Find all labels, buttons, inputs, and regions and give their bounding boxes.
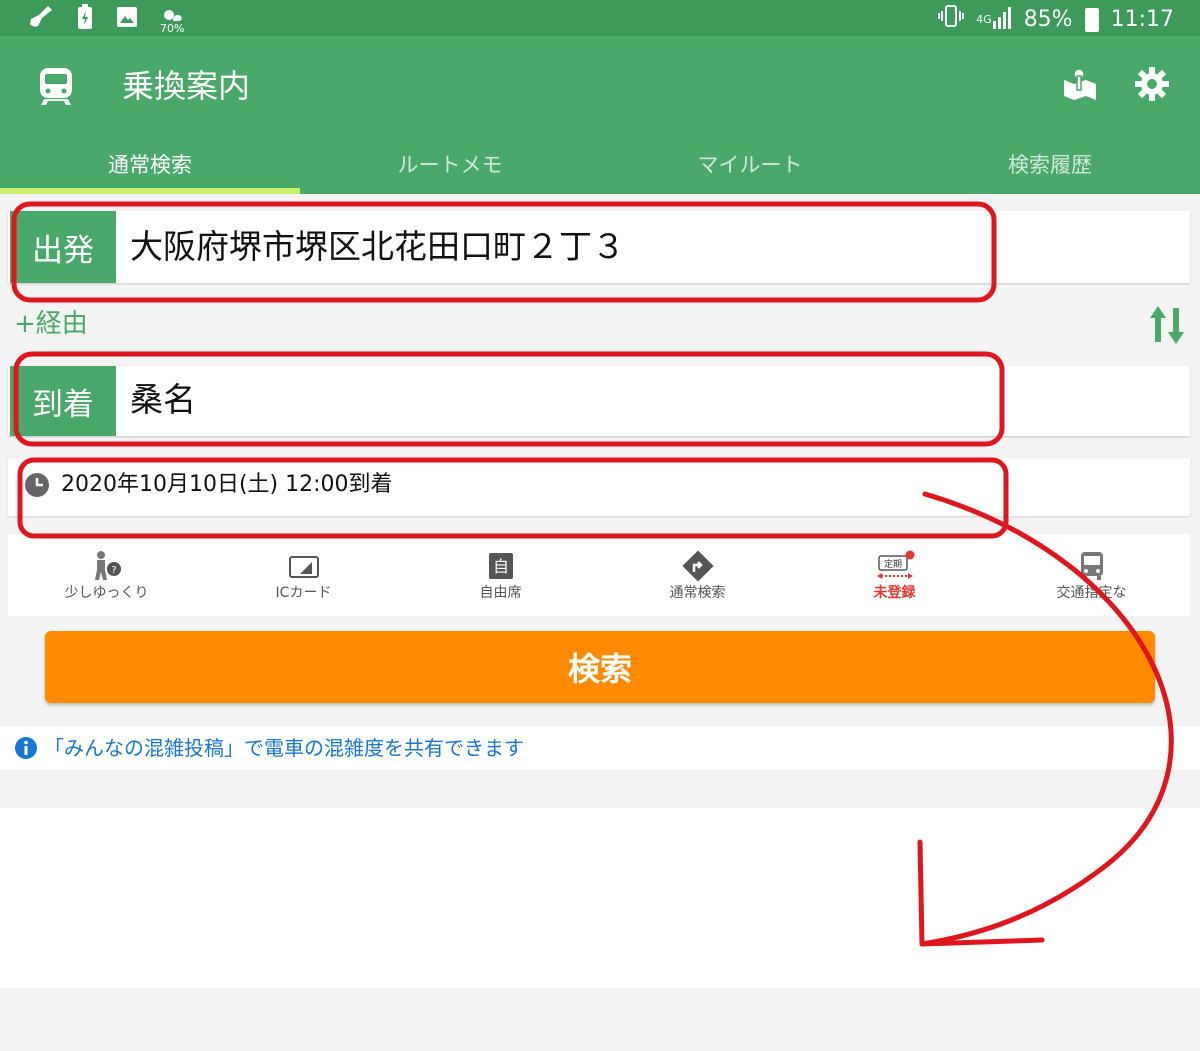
vibrate-icon [938, 4, 965, 36]
commuter-pass-icon: 定期 [876, 550, 914, 579]
departure-value[interactable]: 大阪府堺市堺区北花田口町２丁３ [130, 227, 625, 267]
weather-percent: 70% [160, 22, 185, 35]
option-label: 通常検索 [669, 585, 726, 601]
option-label: 未登録 [873, 585, 916, 601]
option-seat[interactable]: 自 自由席 [402, 534, 599, 616]
tab-normal-search[interactable]: 通常検索 [0, 142, 300, 194]
option-commuter-pass[interactable]: 定期 未登録 [796, 534, 993, 616]
app-title: 乗換案内 [122, 67, 251, 105]
ic-card-icon [288, 556, 319, 578]
tab-search-history[interactable]: 検索履歴 [900, 142, 1200, 194]
datetime-field[interactable]: 2020年10月10日(土) 12:00到着 [8, 458, 1190, 516]
clock-time: 11:17 [1110, 7, 1174, 32]
tab-route-memo[interactable]: ルートメモ [300, 142, 600, 194]
search-button[interactable]: 検索 [45, 631, 1155, 703]
option-transport-mode[interactable]: 交通指定な [993, 534, 1190, 616]
swap-icon[interactable] [1144, 302, 1190, 348]
weather-icon: 70% [160, 7, 184, 35]
status-bar: 70% 4G 85% 11:17 [0, 0, 1200, 36]
info-icon [15, 737, 37, 759]
seat-icon: 自 [488, 553, 513, 579]
tab-my-route[interactable]: マイルート [600, 142, 900, 194]
map-pin-icon[interactable] [1062, 66, 1098, 102]
add-via-button[interactable]: +経由 [14, 306, 88, 342]
route-sign-icon [681, 550, 714, 582]
option-label: 少しゆっくり [64, 585, 149, 601]
image-icon [116, 6, 138, 36]
svg-text:自: 自 [492, 557, 508, 576]
info-banner[interactable]: 「みんなの混雑投稿」で電車の混雑度を共有できます [0, 726, 1200, 770]
arrival-field[interactable]: 到着 桑名 [8, 366, 1190, 436]
info-text: 「みんなの混雑投稿」で電車の混雑度を共有できます [44, 736, 524, 760]
arrival-value[interactable]: 桑名 [130, 380, 196, 420]
gear-icon[interactable] [1134, 66, 1170, 102]
results-area [0, 808, 1200, 988]
train-icon[interactable] [36, 66, 76, 106]
signal-icon: 4G [976, 6, 1012, 34]
datetime-value[interactable]: 2020年10月10日(土) 12:00到着 [61, 470, 393, 500]
status-right: 4G 85% 11:17 [938, 4, 1174, 36]
bus-icon [1080, 552, 1103, 580]
option-route-type[interactable]: 通常検索 [599, 534, 796, 616]
search-options: ? 少しゆっくり ICカード 自 自由席 通常検索 定期 未登録 交通指定な [8, 534, 1190, 616]
network-type: 4G [976, 13, 992, 26]
clock-icon [25, 473, 49, 497]
app-bar: 乗換案内 通常検索 ルートメモ マイルート 検索履歴 [0, 36, 1200, 194]
option-label: 交通指定な [1056, 585, 1127, 601]
tab-bar: 通常検索 ルートメモ マイルート 検索履歴 [0, 142, 1200, 194]
walker-icon: ? [94, 551, 121, 580]
svg-text:?: ? [111, 565, 116, 576]
departure-label: 出発 [10, 211, 116, 283]
broom-icon [28, 4, 54, 38]
battery-saver-icon [76, 4, 94, 38]
departure-field[interactable]: 出発 大阪府堺市堺区北花田口町２丁３ [8, 211, 1190, 283]
battery-percent: 85% [1023, 7, 1073, 32]
option-ic-card[interactable]: ICカード [205, 534, 402, 616]
battery-icon [1084, 8, 1099, 32]
status-left-icons: 70% [28, 4, 184, 38]
arrival-label: 到着 [10, 366, 116, 436]
option-label: 自由席 [479, 585, 522, 601]
option-walk-speed[interactable]: ? 少しゆっくり [8, 534, 205, 616]
option-label: ICカード [275, 585, 332, 601]
commuter-pass-badge: 定期 [883, 558, 901, 570]
